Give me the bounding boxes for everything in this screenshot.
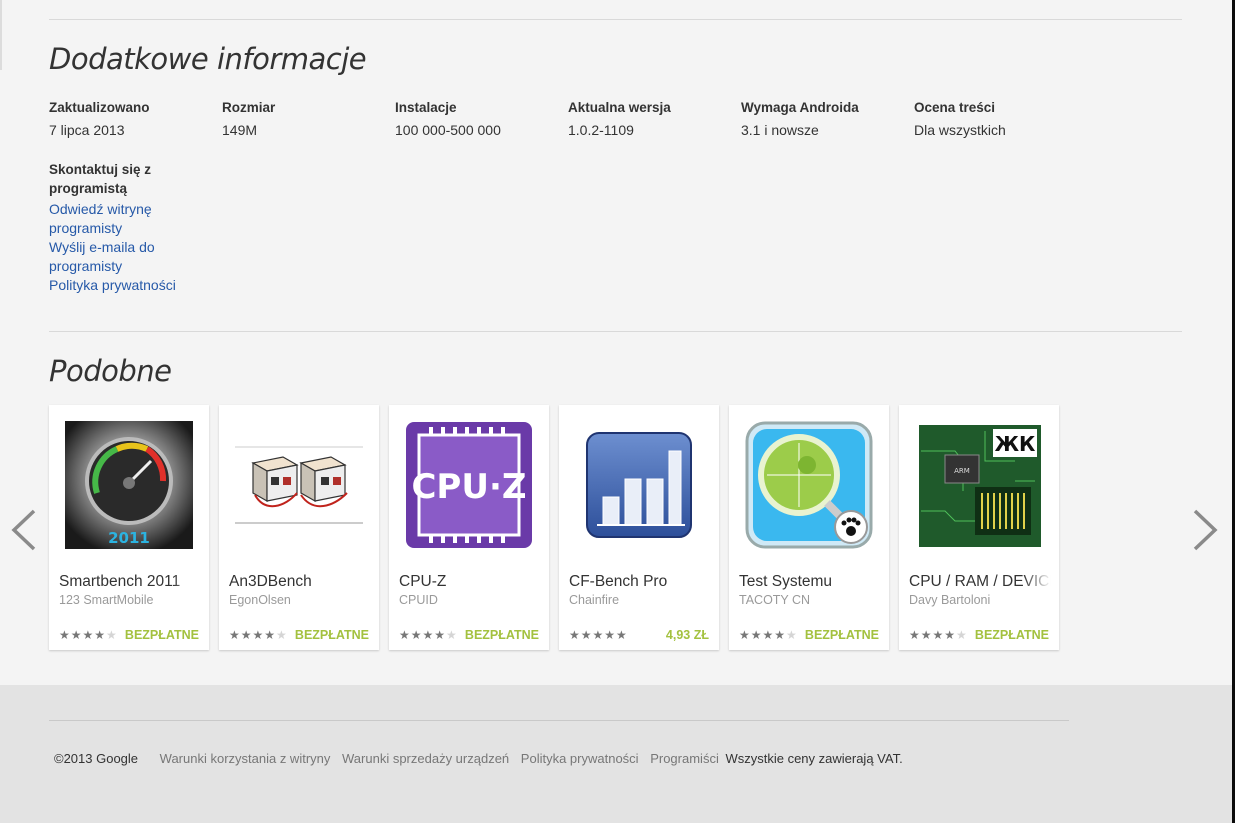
svg-text:ARM: ARM bbox=[954, 467, 970, 475]
app-card[interactable]: Test Systemu TACOTY CN ★★★★★ BEZPŁATNE bbox=[729, 405, 889, 650]
app-card[interactable]: An3DBench EgonOlsen ★★★★★ BEZPŁATNE bbox=[219, 405, 379, 650]
info-label: Ocena treści bbox=[914, 100, 996, 115]
app-developer: Chainfire bbox=[569, 593, 620, 607]
app-card[interactable]: ARM ЖК CPU / RAM / DEVICE IDENTIFIER Dav… bbox=[899, 405, 1059, 650]
svg-text:CPU·Z: CPU·Z bbox=[411, 467, 526, 507]
svg-text:ЖК: ЖК bbox=[995, 432, 1036, 456]
carousel-prev-button[interactable] bbox=[6, 505, 46, 555]
copyright: ©2013 Google bbox=[54, 751, 139, 766]
info-value: Dla wszystkich bbox=[914, 122, 1006, 138]
3d-blocks-icon bbox=[235, 421, 363, 549]
info-installs: Instalacje 100 000-500 000 bbox=[395, 100, 565, 138]
rating-stars: ★★★★★ bbox=[739, 628, 798, 642]
info-version: Aktualna wersja 1.0.2-1109 bbox=[568, 100, 738, 138]
app-price: BEZPŁATNE bbox=[804, 628, 879, 642]
app-name: Test Systemu bbox=[739, 573, 881, 591]
info-content-rating: Ocena treści Dla wszystkich bbox=[914, 100, 1084, 138]
chevron-right-icon bbox=[1193, 509, 1218, 551]
cpu-chip-icon: CPU·Z bbox=[406, 422, 532, 548]
app-price: BEZPŁATNE bbox=[294, 628, 369, 642]
app-name: CF-Bench Pro bbox=[569, 573, 711, 591]
footer-link-privacy[interactable]: Polityka prywatności bbox=[521, 751, 639, 766]
app-developer: TACOTY CN bbox=[739, 593, 811, 607]
similar-title: Podobne bbox=[49, 354, 172, 388]
carousel-next-button[interactable] bbox=[1185, 505, 1225, 555]
app-card[interactable]: CPU·Z CPU-Z CPUID ★★★★★ BEZPŁATNE bbox=[389, 405, 549, 650]
footer-divider bbox=[49, 720, 1069, 721]
additional-info-title: Dodatkowe informacje bbox=[49, 42, 367, 76]
vat-note: Wszystkie ceny zawierają VAT. bbox=[725, 751, 903, 766]
rating-stars: ★★★★★ bbox=[229, 628, 288, 642]
app-price: BEZPŁATNE bbox=[974, 628, 1049, 642]
info-label: Aktualna wersja bbox=[568, 100, 671, 115]
rating-stars: ★★★★★ bbox=[569, 628, 628, 642]
app-name: CPU-Z bbox=[399, 573, 541, 591]
info-value: 149M bbox=[222, 122, 258, 138]
app-price: BEZPŁATNE bbox=[124, 628, 199, 642]
app-name: An3DBench bbox=[229, 573, 371, 591]
section-divider-similar bbox=[49, 331, 1182, 332]
app-card[interactable]: CF-Bench Pro Chainfire ★★★★★ 4,93 ZŁ bbox=[559, 405, 719, 650]
info-value: 1.0.2-1109 bbox=[568, 122, 634, 138]
privacy-policy-link[interactable]: Polityka prywatności bbox=[49, 276, 199, 295]
app-developer: EgonOlsen bbox=[229, 593, 291, 607]
app-card[interactable]: 2011 Smartbench 2011 123 SmartMobile ★★★… bbox=[49, 405, 209, 650]
email-developer-link[interactable]: Wyślij e-maila do programisty bbox=[49, 238, 199, 276]
info-android: Wymaga Androida 3.1 i nowsze bbox=[741, 100, 911, 138]
info-label: Instalacje bbox=[395, 100, 457, 115]
info-value: 3.1 i nowsze bbox=[741, 122, 819, 138]
info-value: 100 000-500 000 bbox=[395, 122, 501, 138]
app-name: Smartbench 2011 bbox=[59, 573, 201, 591]
info-value: 7 lipca 2013 bbox=[49, 122, 125, 138]
app-developer: CPUID bbox=[399, 593, 438, 607]
side-marker bbox=[0, 0, 2, 70]
circuit-board-icon: ARM ЖК bbox=[915, 421, 1043, 549]
info-updated: Zaktualizowano 7 lipca 2013 bbox=[49, 100, 219, 138]
footer-link-developers[interactable]: Programiści bbox=[650, 751, 719, 766]
rating-stars: ★★★★★ bbox=[59, 628, 118, 642]
svg-text:2011: 2011 bbox=[108, 529, 150, 547]
app-price: 4,93 ZŁ bbox=[665, 628, 709, 642]
section-divider-top bbox=[49, 19, 1182, 20]
bar-chart-icon bbox=[586, 432, 692, 538]
info-label: Zaktualizowano bbox=[49, 100, 150, 115]
speedometer-icon: 2011 bbox=[65, 421, 193, 549]
android-magnifier-icon bbox=[745, 421, 873, 549]
info-label: Wymaga Androida bbox=[741, 100, 859, 115]
info-size: Rozmiar 149M bbox=[222, 100, 392, 138]
app-price: BEZPŁATNE bbox=[464, 628, 539, 642]
app-name: CPU / RAM / DEVICE IDENTIFIER bbox=[909, 573, 1051, 591]
footer-link-terms[interactable]: Warunki korzystania z witryny bbox=[160, 751, 331, 766]
visit-website-link[interactable]: Odwiedź witrynę programisty bbox=[49, 200, 199, 238]
contact-label: Skontaktuj się z programistą bbox=[49, 162, 152, 196]
rating-stars: ★★★★★ bbox=[909, 628, 968, 642]
developer-contact: Skontaktuj się z programistą Odwiedź wit… bbox=[49, 160, 199, 295]
footer: ©2013 Google Warunki korzystania z witry… bbox=[0, 685, 1232, 823]
info-label: Rozmiar bbox=[222, 100, 276, 115]
app-developer: 123 SmartMobile bbox=[59, 593, 154, 607]
app-developer: Davy Bartoloni bbox=[909, 593, 991, 607]
footer-link-device-terms[interactable]: Warunki sprzedaży urządzeń bbox=[342, 751, 509, 766]
rating-stars: ★★★★★ bbox=[399, 628, 458, 642]
footer-links: ©2013 Google Warunki korzystania z witry… bbox=[54, 751, 903, 766]
chevron-left-icon bbox=[11, 509, 36, 551]
